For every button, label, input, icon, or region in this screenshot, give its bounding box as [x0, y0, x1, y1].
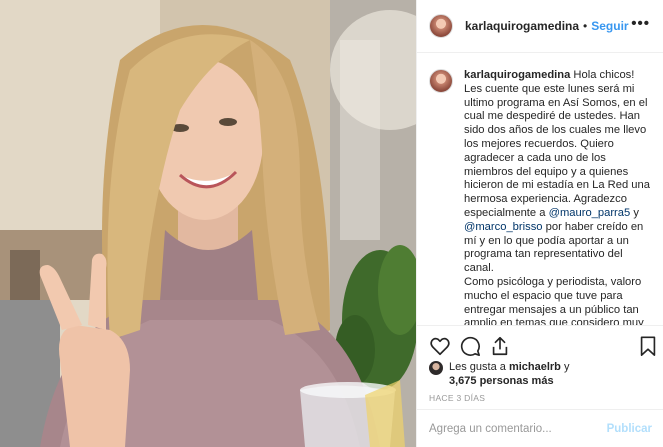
author-username[interactable]: karlaquirogamedina [465, 19, 579, 33]
action-bar [417, 325, 663, 365]
mention-link[interactable]: @marco_brisso [464, 221, 543, 233]
publish-button[interactable]: Publicar [607, 423, 652, 435]
comment-icon[interactable] [459, 335, 481, 357]
comment-box: Agrega un comentario... Publicar [417, 409, 663, 447]
heart-icon[interactable] [429, 335, 451, 357]
caption-username[interactable]: karlaquirogamedina [464, 69, 570, 81]
more-options-icon[interactable]: ••• [631, 16, 650, 31]
bookmark-icon[interactable] [637, 335, 659, 357]
likes-text: Les gusta a michaelrb y 3,675 personas m… [449, 360, 569, 390]
caption-text-part1: Hola chicos! Les cuente que este lunes s… [464, 69, 650, 219]
follow-button[interactable]: Seguir [591, 19, 628, 33]
comments-area[interactable]: karlaquirogamedina Hola chicos! Les cuen… [417, 53, 663, 325]
caption-text-part4: Como psicóloga y periodista, valoro much… [464, 275, 644, 325]
post-header: karlaquirogamedina • Seguir ••• [417, 0, 663, 53]
share-icon[interactable] [489, 335, 511, 357]
author-avatar[interactable] [429, 14, 453, 38]
post-caption: karlaquirogamedina Hola chicos! Les cuen… [464, 69, 650, 325]
likes-count[interactable]: 3,675 personas más [449, 375, 554, 387]
likes-summary: Les gusta a michaelrb y 3,675 personas m… [429, 360, 654, 390]
post-photo[interactable] [0, 0, 416, 447]
likes-suffix: y [560, 361, 570, 373]
mention-link[interactable]: @mauro_parra5 [549, 207, 631, 219]
comment-input[interactable]: Agrega un comentario... [429, 423, 607, 435]
liker-username[interactable]: michaelrb [509, 361, 561, 373]
separator-dot: • [583, 19, 588, 33]
post-timestamp[interactable]: HACE 3 DÍAS [429, 393, 485, 403]
post-photo-illustration [0, 0, 416, 447]
likes-prefix: Les gusta a [449, 361, 509, 373]
caption-text-part2: y [630, 206, 639, 219]
liker-avatar[interactable] [429, 361, 443, 375]
post-side-panel: karlaquirogamedina • Seguir ••• karlaqui… [416, 0, 663, 447]
caption-author-avatar[interactable] [429, 69, 453, 93]
